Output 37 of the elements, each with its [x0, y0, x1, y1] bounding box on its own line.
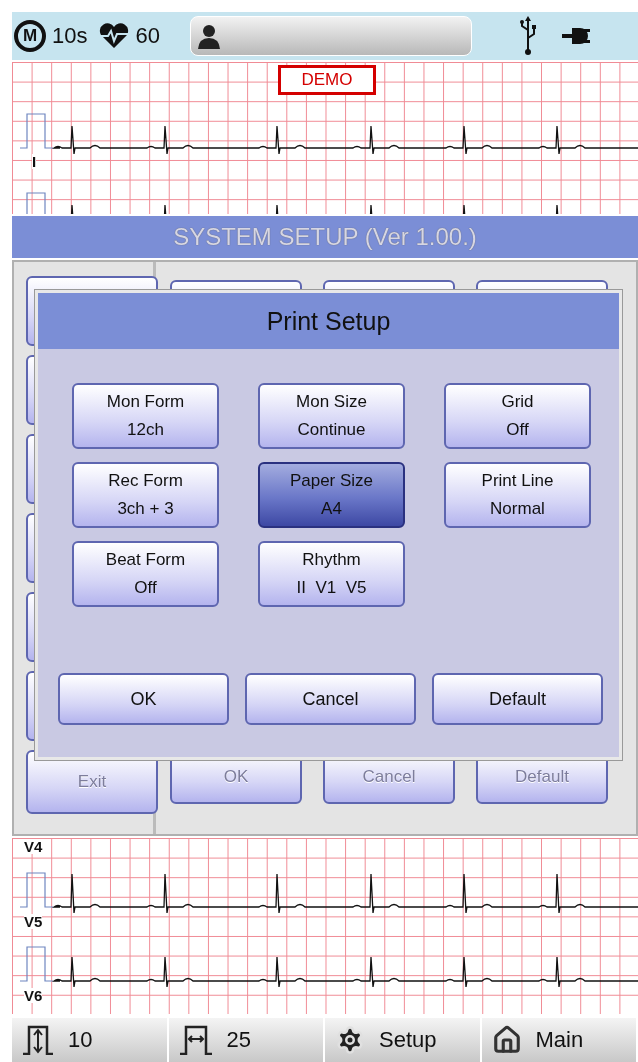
- print-option-button[interactable]: Mon Form 12ch: [72, 383, 219, 449]
- dialog-button[interactable]: Default: [432, 673, 603, 725]
- settings-icon: [335, 1025, 365, 1055]
- heart-rate-icon: [99, 23, 130, 49]
- dialog-button[interactable]: Cancel: [245, 673, 416, 725]
- mode-badge: M: [14, 20, 46, 52]
- print-option-button[interactable]: Paper Size A4: [258, 462, 405, 528]
- toolbar-button[interactable]: Main: [481, 1018, 638, 1062]
- print-option-button[interactable]: Mon Size Continue: [258, 383, 405, 449]
- calibration-pulse: [19, 946, 54, 982]
- print-option-button[interactable]: Rec Form 3ch + 3: [72, 462, 219, 528]
- patient-field[interactable]: [189, 16, 472, 56]
- toolbar-button[interactable]: 25: [168, 1018, 325, 1062]
- home-icon: [491, 1025, 522, 1055]
- print-option-button[interactable]: Grid Off: [444, 383, 591, 449]
- calibration-pulse: [19, 113, 54, 149]
- lead-label: V5: [24, 914, 43, 929]
- calibration-pulse: [19, 872, 54, 908]
- dialog-title: Print Setup: [38, 293, 619, 349]
- toolbar-button[interactable]: 10: [12, 1018, 169, 1062]
- paper-speed-icon: [178, 1025, 213, 1055]
- toolbar-button[interactable]: Setup: [325, 1018, 482, 1062]
- print-option-button[interactable]: Print Line Normal: [444, 462, 591, 528]
- person-icon: [196, 23, 221, 49]
- dialog-button[interactable]: OK: [58, 673, 229, 725]
- print-option-button[interactable]: Beat Form Off: [72, 541, 219, 607]
- lead-label: I: [32, 154, 37, 169]
- amplitude-icon: [22, 1025, 54, 1055]
- print-option-button[interactable]: Rhythm II V1 V5: [258, 541, 405, 607]
- heart-rate-value: 60: [135, 23, 160, 49]
- lead-label: V4: [24, 839, 43, 854]
- power-plug-icon: [561, 25, 590, 47]
- panel-title: SYSTEM SETUP (Ver 1.00.): [12, 216, 638, 258]
- demo-label: DEMO: [278, 65, 376, 95]
- record-duration: 10s: [52, 23, 88, 49]
- usb-icon: [519, 16, 536, 56]
- lead-label: V6: [24, 988, 43, 1003]
